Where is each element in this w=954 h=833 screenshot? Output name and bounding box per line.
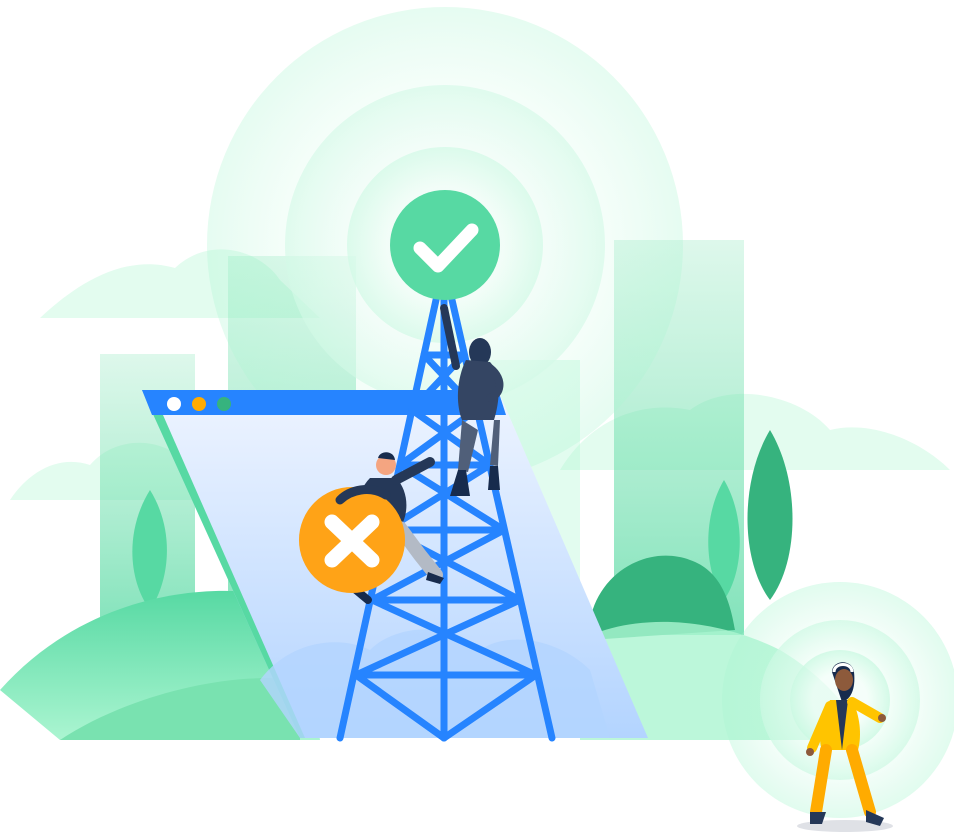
window-close-dot: [167, 397, 181, 411]
tower-illustration: [0, 7, 954, 832]
success-badge: [390, 190, 500, 300]
illustration-scene: [0, 0, 954, 833]
error-badge: [299, 485, 405, 593]
window-minimize-dot: [192, 397, 206, 411]
window-maximize-dot: [217, 397, 231, 411]
